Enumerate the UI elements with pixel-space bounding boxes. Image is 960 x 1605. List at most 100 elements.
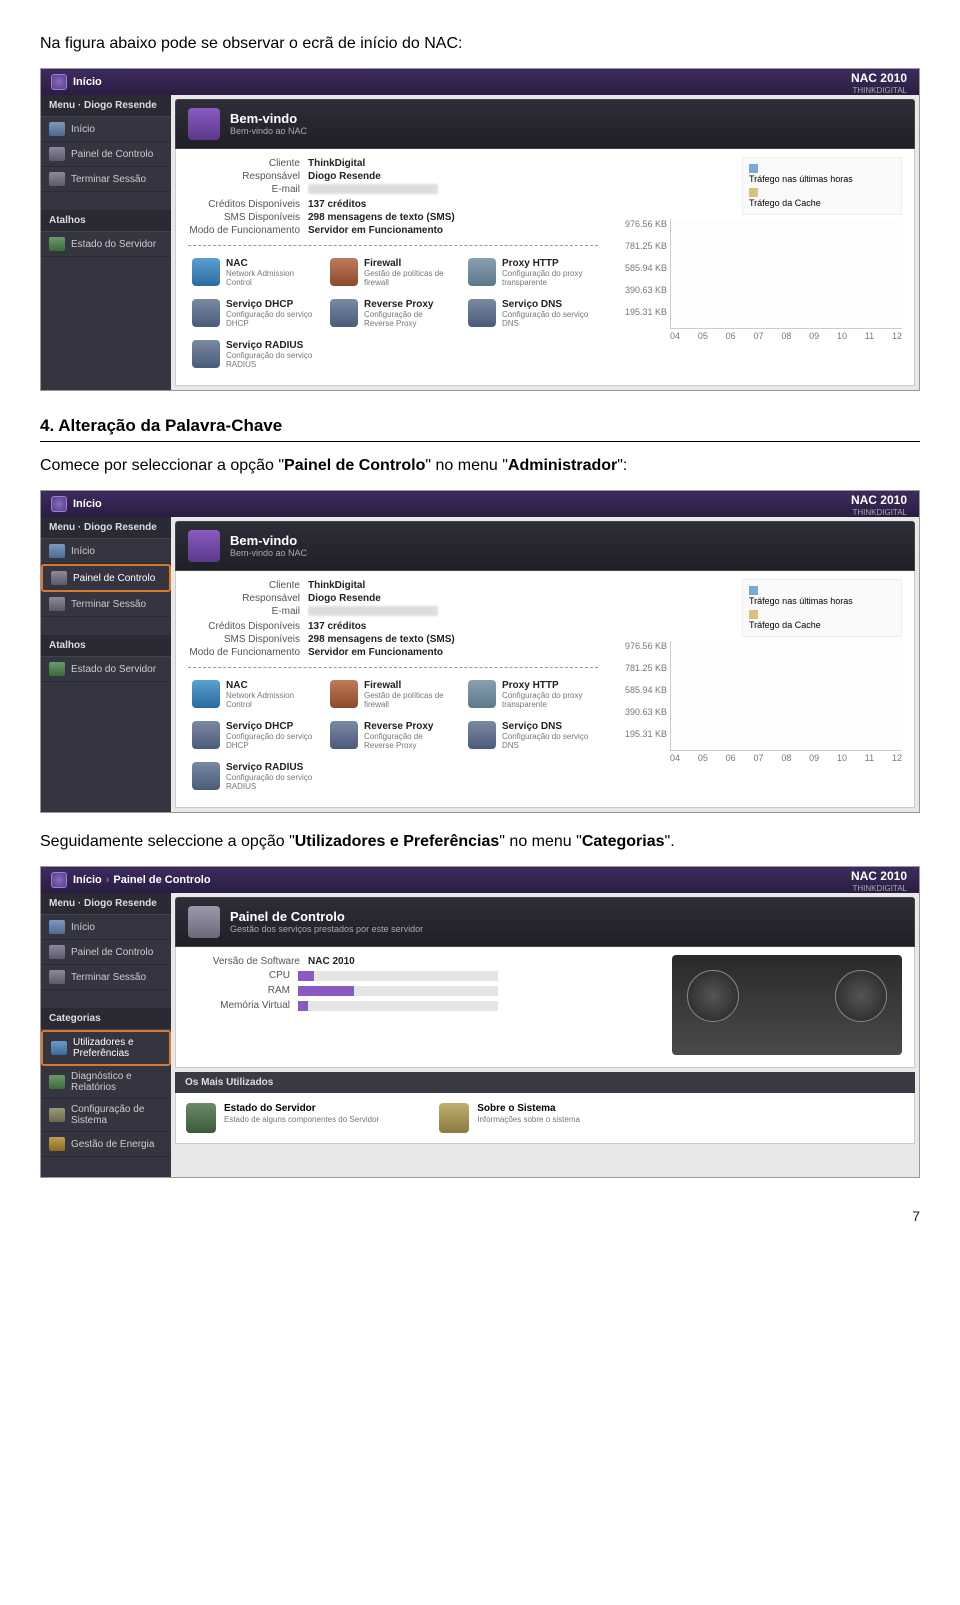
shortcut-icon bbox=[192, 762, 220, 790]
most-used-sobre-o-sistema[interactable]: Sobre o SistemaInformações sobre o siste… bbox=[439, 1103, 580, 1133]
shortcut-icon bbox=[468, 258, 496, 286]
sidebar-menu-title: Menu · Diogo Resende bbox=[41, 95, 171, 117]
welcome-header: Bem-vindoBem-vindo ao NAC bbox=[175, 99, 915, 149]
ram-bar: RAM bbox=[188, 983, 558, 998]
crumb-inicio[interactable]: Início bbox=[73, 498, 102, 510]
sidebar-diagnostico[interactable]: Diagnóstico e Relatórios bbox=[41, 1066, 171, 1099]
server-icon bbox=[49, 662, 65, 676]
panel-icon bbox=[51, 571, 67, 585]
panel-icon bbox=[49, 945, 65, 959]
gear-icon bbox=[49, 1108, 65, 1122]
painel-header: Painel de ControloGestão dos serviços pr… bbox=[175, 897, 915, 947]
sidebar-config[interactable]: Configuração de Sistema bbox=[41, 1099, 171, 1132]
legend-swatch-cache bbox=[749, 610, 758, 619]
sidebar-inicio[interactable]: Início bbox=[41, 915, 171, 940]
sidebar-painel[interactable]: Painel de Controlo bbox=[41, 940, 171, 965]
screenshot-painel-controlo: NAC 2010THINKDIGITAL Início › Painel de … bbox=[40, 866, 920, 1178]
shortcut-reverse-proxy[interactable]: Reverse ProxyConfiguração de Reverse Pro… bbox=[326, 717, 456, 754]
screenshot-inicio: NAC 2010THINKDIGITAL Início Menu · Diogo… bbox=[40, 68, 920, 391]
shortcut-icon bbox=[330, 680, 358, 708]
home-icon bbox=[49, 920, 65, 934]
sidebar: Menu · Diogo Resende Início Painel de Co… bbox=[41, 95, 171, 390]
shortcut-serviço-dns[interactable]: Serviço DNSConfiguração do serviço DNS bbox=[464, 717, 594, 754]
chart-legend: Tráfego nas últimas horas Tráfego da Cac… bbox=[742, 579, 902, 637]
email-redacted bbox=[308, 606, 438, 616]
shortcut-reverse-proxy[interactable]: Reverse ProxyConfiguração de Reverse Pro… bbox=[326, 295, 456, 332]
home-icon bbox=[51, 74, 67, 90]
most-used-title: Os Mais Utilizados bbox=[175, 1072, 915, 1093]
shortcut-nac[interactable]: NACNetwork Admission Control bbox=[188, 676, 318, 713]
para-utilizadores: Seguidamente seleccione a opção "Utiliza… bbox=[40, 833, 920, 851]
shortcut-icon bbox=[192, 340, 220, 368]
shortcut-serviço-dhcp[interactable]: Serviço DHCPConfiguração do serviço DHCP bbox=[188, 295, 318, 332]
sidebar-terminar[interactable]: Terminar Sessão bbox=[41, 167, 171, 192]
shortcut-icon bbox=[468, 721, 496, 749]
shortcut-grid: NACNetwork Admission ControlFirewallGest… bbox=[188, 254, 598, 373]
sidebar-atalhos-title: Atalhos bbox=[41, 210, 171, 232]
shortcut-proxy-http[interactable]: Proxy HTTPConfiguração do proxy transpar… bbox=[464, 676, 594, 713]
chart-legend: Tráfego nas últimas horas Tráfego da Cac… bbox=[742, 157, 902, 215]
sidebar-menu-title: Menu · Diogo Resende bbox=[41, 893, 171, 915]
shortcut-nac[interactable]: NACNetwork Admission Control bbox=[188, 254, 318, 291]
top-bar: Início bbox=[41, 491, 919, 517]
most-used-estado-do-servidor[interactable]: Estado do ServidorEstado de alguns compo… bbox=[186, 1103, 379, 1133]
sidebar-terminar[interactable]: Terminar Sessão bbox=[41, 965, 171, 990]
sidebar-estado-servidor[interactable]: Estado do Servidor bbox=[41, 232, 171, 257]
home-icon bbox=[49, 544, 65, 558]
email-redacted bbox=[308, 184, 438, 194]
sidebar-estado-servidor[interactable]: Estado do Servidor bbox=[41, 657, 171, 682]
brand: NAC 2010THINKDIGITAL bbox=[851, 73, 907, 96]
legend-swatch-trafego bbox=[749, 164, 758, 173]
home-icon bbox=[51, 872, 67, 888]
users-icon bbox=[51, 1041, 67, 1055]
top-bar: Início › Painel de Controlo bbox=[41, 867, 919, 893]
sidebar-inicio[interactable]: Início bbox=[41, 539, 171, 564]
heading-4: 4. Alteração da Palavra-Chave bbox=[40, 416, 920, 436]
gear-icon bbox=[188, 906, 220, 938]
cpu-bar: CPU bbox=[188, 968, 558, 983]
sidebar-inicio[interactable]: Início bbox=[41, 117, 171, 142]
sidebar-energia[interactable]: Gestão de Energia bbox=[41, 1132, 171, 1157]
sidebar-utilizadores-highlighted[interactable]: Utilizadores e Preferências bbox=[41, 1030, 171, 1066]
swap-bar: Memória Virtual bbox=[188, 998, 558, 1013]
power-icon bbox=[49, 1137, 65, 1151]
sidebar-menu-title: Menu · Diogo Resende bbox=[41, 517, 171, 539]
mu-icon bbox=[439, 1103, 469, 1133]
shortcut-firewall[interactable]: FirewallGestão de políticas de firewall bbox=[326, 676, 456, 713]
sidebar-painel[interactable]: Painel de Controlo bbox=[41, 142, 171, 167]
panel-icon bbox=[49, 147, 65, 161]
traffic-chart: 976.56 KB 781.25 KB 585.94 KB 390.63 KB … bbox=[670, 219, 902, 329]
sidebar-painel-highlighted[interactable]: Painel de Controlo bbox=[41, 564, 171, 592]
chart-icon bbox=[49, 1075, 65, 1089]
server-image bbox=[672, 955, 902, 1055]
intro-text: Na figura abaixo pode se observar o ecrã… bbox=[40, 35, 920, 53]
logout-icon bbox=[49, 597, 65, 611]
shortcut-serviço-dns[interactable]: Serviço DNSConfiguração do serviço DNS bbox=[464, 295, 594, 332]
logout-icon bbox=[49, 970, 65, 984]
sidebar-terminar[interactable]: Terminar Sessão bbox=[41, 592, 171, 617]
crumb-inicio[interactable]: Início bbox=[73, 76, 102, 88]
sidebar-atalhos-title: Atalhos bbox=[41, 635, 171, 657]
legend-swatch-cache bbox=[749, 188, 758, 197]
shortcut-icon bbox=[330, 258, 358, 286]
brand: NAC 2010THINKDIGITAL bbox=[851, 871, 907, 894]
shortcut-serviço-dhcp[interactable]: Serviço DHCPConfiguração do serviço DHCP bbox=[188, 717, 318, 754]
crumb-inicio[interactable]: Início bbox=[73, 874, 102, 886]
brand: NAC 2010THINKDIGITAL bbox=[851, 495, 907, 518]
shortcut-icon bbox=[192, 721, 220, 749]
shortcut-icon bbox=[468, 680, 496, 708]
shortcut-serviço-radius[interactable]: Serviço RADIUSConfiguração do serviço RA… bbox=[188, 336, 318, 373]
shortcut-icon bbox=[192, 680, 220, 708]
most-used-body: Estado do ServidorEstado de alguns compo… bbox=[175, 1093, 915, 1144]
server-icon bbox=[49, 237, 65, 251]
shortcut-proxy-http[interactable]: Proxy HTTPConfiguração do proxy transpar… bbox=[464, 254, 594, 291]
shortcut-icon bbox=[330, 299, 358, 327]
crumb-painel[interactable]: Painel de Controlo bbox=[113, 874, 210, 886]
home-icon bbox=[49, 122, 65, 136]
sidebar: Menu · Diogo Resende Início Painel de Co… bbox=[41, 517, 171, 812]
sidebar-categorias-title: Categorias bbox=[41, 1008, 171, 1030]
shortcut-grid: NACNetwork Admission ControlFirewallGest… bbox=[188, 676, 598, 795]
welcome-icon bbox=[188, 530, 220, 562]
shortcut-firewall[interactable]: FirewallGestão de políticas de firewall bbox=[326, 254, 456, 291]
shortcut-serviço-radius[interactable]: Serviço RADIUSConfiguração do serviço RA… bbox=[188, 758, 318, 795]
